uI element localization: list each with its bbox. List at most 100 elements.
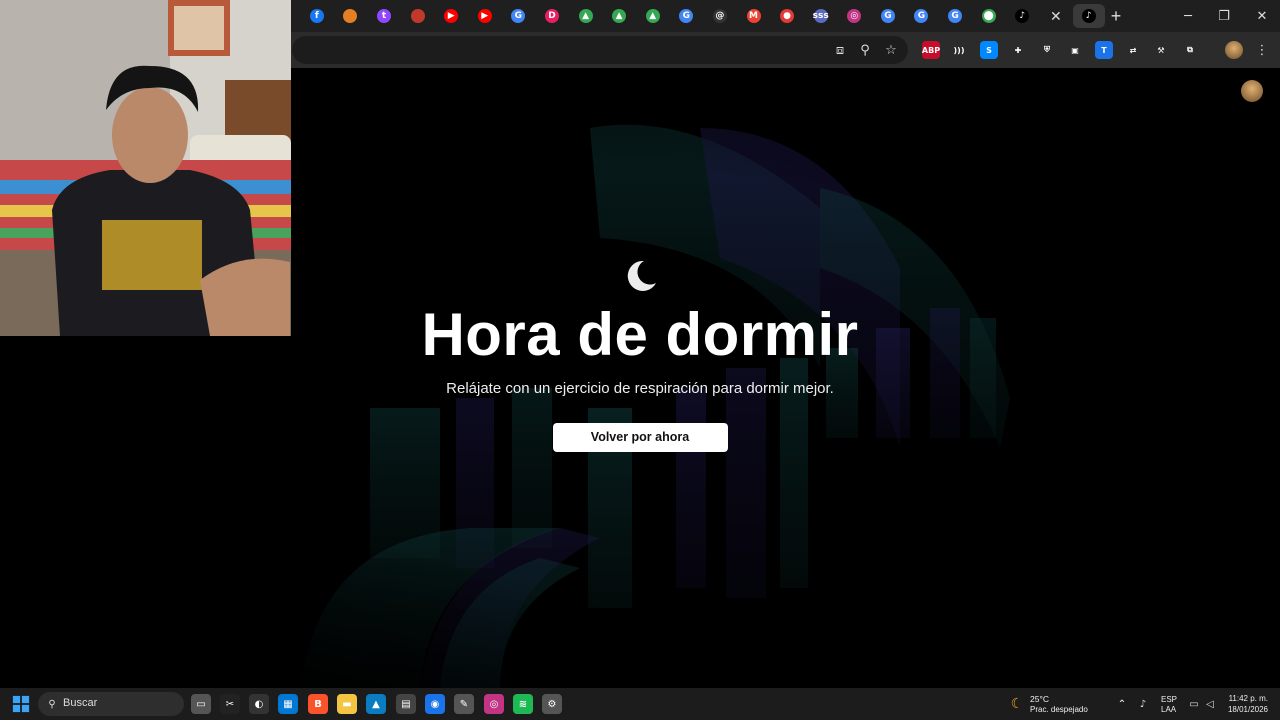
bookmark-star-icon[interactable]: ☆ [883,42,899,58]
browser-tab[interactable]: G [905,4,939,28]
volume-icon[interactable]: ◁ [1200,694,1220,714]
browser-tab[interactable] [401,4,435,28]
app-icon: sss [812,9,829,23]
return-button[interactable]: Volver por ahora [552,423,728,452]
address-bar[interactable] [292,36,908,64]
browser-tab[interactable]: G [871,4,905,28]
store-icon[interactable]: ▦ [278,694,298,714]
brave-icon[interactable]: B [308,694,328,714]
shazam-extension-icon[interactable]: S [980,41,998,59]
gmail-icon: M [746,9,761,23]
abp-extension-icon[interactable]: ABP [922,41,940,59]
microphone-icon[interactable]: ♪ [1133,694,1153,714]
browser-tab[interactable]: ♪ [1005,4,1039,28]
taskbar-search-box[interactable]: ⚲ Buscar [38,692,184,716]
tab-close-button[interactable]: ✕ [1039,4,1073,28]
youtube-icon: ▶ [477,9,492,23]
app-icon: ● [780,9,795,23]
app-icon [410,9,425,23]
file-explorer-icon[interactable]: ▬ [337,694,357,714]
windows-start-icon[interactable] [11,694,31,714]
browser-tab[interactable]: M [737,4,771,28]
tools-extension-icon[interactable]: ⚒ [1152,41,1170,59]
close-icon: ✕ [1049,7,1062,24]
puzzle-extension-icon[interactable]: ✚ [1009,41,1027,59]
browser-tab[interactable]: ◎ [838,4,872,28]
browser-tab[interactable]: t [367,4,401,28]
maps-icon: ⬤ [981,9,996,23]
google-icon: G [880,9,895,23]
new-tab-button[interactable]: + [1106,6,1126,26]
browser-tab[interactable]: f [300,4,334,28]
browser-tab[interactable]: ▶ [468,4,502,28]
browser-tab[interactable] [334,4,368,28]
drive-icon: ▲ [578,9,593,23]
facebook-icon: f [309,9,324,23]
browser-tab[interactable]: G [502,4,536,28]
weather-description: Prac. despejado [1030,705,1088,714]
webcam-overlay [0,0,291,336]
spotify-icon[interactable]: ≋ [513,694,533,714]
search-placeholder: Buscar [63,697,98,709]
twitch-icon: t [376,9,391,23]
browser-tab[interactable]: ▲ [636,4,670,28]
browser-tab[interactable]: ● [770,4,804,28]
chrome-icon[interactable]: ◉ [425,694,445,714]
language-code[interactable]: ESP [1161,695,1177,705]
tab-list: f t ▶ ▶ G D ▲ ▲ ▲ G @ M ● sss ◎ G G G ⬤ ♪ ✕ ♪ [300,4,1105,28]
user-avatar[interactable] [1241,80,1263,102]
moon-icon [620,256,660,296]
clock-time[interactable]: 11:42 p. m. [1228,694,1268,704]
close-window-icon[interactable]: ✕ [1244,0,1280,32]
search-icon: ⚲ [48,698,56,710]
youtube-icon: ▶ [444,9,459,23]
wave-extension-icon[interactable]: ))) [950,41,968,59]
restore-icon[interactable]: ❐ [1206,0,1242,32]
browser-tab[interactable]: ▶ [434,4,468,28]
drive-icon: ▲ [612,9,627,23]
active-browser-tab[interactable]: ♪ [1072,4,1105,28]
photos-icon[interactable]: ▲ [366,694,386,714]
google-icon: G [679,9,694,23]
browser-tab[interactable]: sss [804,4,838,28]
capcut-icon[interactable]: ✂ [220,694,240,714]
app-icon[interactable]: ◐ [249,694,269,714]
profile-avatar[interactable] [1225,41,1243,59]
keyboard-layout[interactable]: LAA [1161,705,1176,715]
menu-kebab-icon[interactable]: ⋮ [1254,42,1270,58]
clock-date[interactable]: 18/01/2026 [1226,705,1268,715]
google-icon: G [511,9,526,23]
tiktok-icon: ♪ [1081,9,1096,23]
browser-tab[interactable]: D [535,4,569,28]
instagram-icon[interactable]: ◎ [484,694,504,714]
browser-tab[interactable]: ▲ [569,4,603,28]
settings-icon[interactable]: ⚙ [542,694,562,714]
notes-extension-icon[interactable]: ▣ [1066,41,1084,59]
browser-tab[interactable]: @ [703,4,737,28]
snipping-icon[interactable]: ✎ [454,694,474,714]
drive-icon: ▲ [645,9,660,23]
browser-tab[interactable]: ⬤ [972,4,1006,28]
minimize-icon[interactable]: ─ [1170,0,1206,32]
page-subtitle: Relájate con un ejercicio de respiración… [446,380,834,397]
calculator-icon[interactable]: ▤ [396,694,416,714]
tiktok-icon: ♪ [1015,9,1030,23]
translate-extension-icon[interactable]: T [1095,41,1113,59]
weather-icon[interactable]: ☾ [1007,694,1027,714]
cast-icon[interactable]: ⧈ [832,42,848,58]
link-extension-icon[interactable]: ⇄ [1124,41,1142,59]
app-icon: D [544,9,559,23]
chevron-up-icon[interactable]: ⌃ [1112,694,1132,714]
zoom-icon[interactable]: ⚲ [857,42,873,58]
task-view-icon[interactable]: ▭ [191,694,211,714]
extensions-icon[interactable]: ⧉ [1181,41,1199,59]
browser-tab[interactable]: G [670,4,704,28]
browser-tab[interactable]: ▲ [602,4,636,28]
app-icon [343,9,358,23]
webcam-feed-image [0,0,291,336]
shield-extension-icon[interactable]: ⛨ [1038,41,1056,59]
browser-tab[interactable]: G [938,4,972,28]
google-icon: G [914,9,929,23]
google-icon: G [948,9,963,23]
instagram-icon: ◎ [847,9,862,23]
